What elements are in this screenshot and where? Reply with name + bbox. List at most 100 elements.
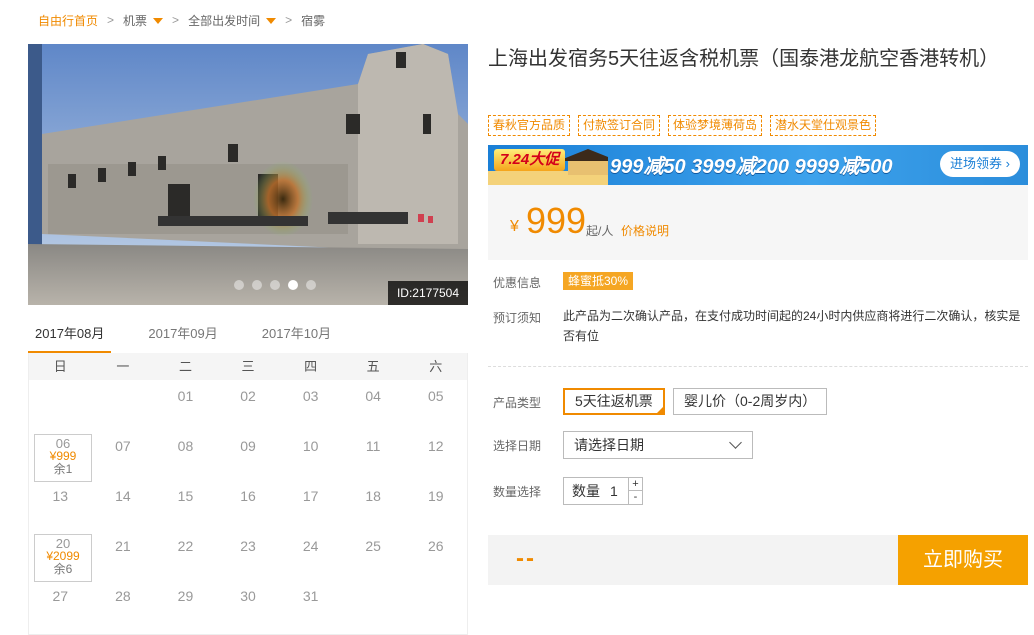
breadcrumb-destination: 宿雾	[301, 13, 326, 28]
tab-month-2017-10[interactable]: 2017年10月	[255, 318, 338, 354]
breadcrumb-departure-dropdown[interactable]: 全部出发时间	[188, 12, 277, 29]
month-tabs: 2017年08月 2017年09月 2017年10月	[28, 318, 468, 354]
product-type-option-infant[interactable]: 婴儿价（0-2周岁内）	[673, 388, 828, 415]
calendar-day	[29, 380, 92, 430]
calendar-day: 26	[427, 538, 444, 554]
calendar-day: 21	[115, 538, 131, 554]
product-tag: 付款签订合同	[578, 115, 661, 136]
calendar-week: 27 28 29 30 31	[29, 580, 467, 630]
calendar-day: 18	[365, 488, 381, 504]
calendar-day: 11	[365, 438, 381, 454]
calendar-body: 01 02 03 04 05 06 ¥999 余1 07 08 09 10 11 12 13 14 15 16 17…	[29, 380, 467, 630]
promo-badge: 7.24大促	[494, 149, 566, 171]
quantity-stepper[interactable]: 数量 1 + -	[563, 477, 643, 505]
carousel-dot[interactable]	[270, 280, 280, 290]
discount-label: 优惠信息	[493, 276, 542, 290]
quantity-value[interactable]: 1	[610, 483, 618, 499]
buy-now-button[interactable]: 立即购买	[898, 535, 1028, 585]
chevron-right-icon: >	[285, 13, 293, 27]
calendar-day-remaining: 余6	[53, 562, 73, 576]
product-type-option-selected[interactable]: 5天往返机票	[563, 388, 665, 415]
calendar-day: 15	[177, 488, 194, 504]
calendar-day	[404, 580, 467, 630]
quantity-minus-button[interactable]: -	[628, 491, 642, 504]
calendar-day-available[interactable]: 20 ¥2099 余6	[29, 530, 92, 582]
price-unit: 起/人	[586, 224, 614, 238]
calendar-day	[92, 380, 155, 430]
calendar-week: 01 02 03 04 05	[29, 380, 467, 430]
calendar-day: 07	[115, 438, 131, 454]
page: 自由行首页 > 机票 > 全部出发时间 > 宿雾 ID:2177504 2017…	[0, 0, 1034, 635]
price-amount: 999	[526, 200, 587, 241]
calendar-day-box[interactable]: 06 ¥999 余1	[34, 434, 92, 482]
discount-value: 蜂蜜抵30%	[563, 271, 634, 291]
calendar-week: 20 ¥2099 余6 21 22 23 24 25 26	[29, 530, 467, 582]
carousel-dot[interactable]	[252, 280, 262, 290]
tab-month-2017-08[interactable]: 2017年08月	[28, 318, 112, 354]
notice-label: 预订须知	[493, 311, 542, 325]
weekday-label: 一	[116, 359, 130, 374]
tab-month-2017-09[interactable]: 2017年09月	[141, 318, 224, 354]
product-photo-carousel[interactable]: ID:2177504	[28, 44, 468, 305]
promo-deals: 999减50 3999减200 9999减500	[610, 156, 893, 178]
calendar-day: 10	[302, 438, 319, 454]
calendar-day: 09	[240, 438, 256, 454]
product-tags: 春秋官方品质 付款签订合同 体验梦境薄荷岛 潜水天堂仕观景色	[488, 115, 877, 136]
carousel-dots	[234, 280, 316, 290]
weekday-label: 四	[304, 359, 318, 374]
calendar-day: 16	[240, 488, 256, 504]
price-box: ¥ 999 起/人 价格说明	[488, 185, 1028, 260]
price-explain-link[interactable]: 价格说明	[621, 222, 669, 239]
calendar-day: 02	[240, 388, 256, 404]
chevron-right-icon: >	[172, 13, 180, 27]
breadcrumb-category-dropdown[interactable]: 机票	[123, 12, 164, 29]
weekday-label: 六	[429, 359, 443, 374]
calendar-day: 05	[427, 388, 444, 404]
calendar-day: 27	[52, 588, 69, 604]
quantity-plus-button[interactable]: +	[628, 478, 642, 491]
calendar-week: 06 ¥999 余1 07 08 09 10 11 12	[29, 430, 467, 482]
calendar-day: 08	[177, 438, 194, 454]
quantity-label: 数量选择	[493, 485, 542, 499]
calendar-day: 22	[177, 538, 194, 554]
calendar-day-box[interactable]: 20 ¥2099 余6	[34, 534, 92, 582]
calendar-day: 19	[427, 488, 444, 504]
calendar-day: 31	[302, 588, 319, 604]
breadcrumb-home-link[interactable]: 自由行首页	[38, 12, 98, 29]
weekday-label: 二	[178, 359, 192, 374]
get-coupon-button[interactable]: 进场领券 ›	[940, 151, 1020, 177]
total-price: --	[516, 545, 536, 572]
calendar-day: 23	[240, 538, 256, 554]
divider	[488, 366, 1028, 367]
calendar-day: 13	[52, 488, 69, 504]
calendar-day: 17	[302, 488, 319, 504]
product-title: 上海出发宿务5天往返含税机票（国泰港龙航空香港转机）	[488, 48, 1000, 70]
product-tag: 春秋官方品质	[488, 115, 571, 136]
discount-badge: 蜂蜜抵30%	[563, 272, 634, 290]
caret-down-icon	[266, 18, 277, 25]
product-id-badge: ID:2177504	[388, 281, 468, 305]
carousel-dot-active[interactable]	[288, 280, 298, 290]
chevron-right-icon: >	[107, 13, 115, 27]
calendar-day: 25	[365, 538, 381, 554]
calendar-day-available[interactable]: 06 ¥999 余1	[29, 430, 92, 482]
buy-bar: -- 立即购买	[488, 535, 1028, 585]
carousel-dot[interactable]	[234, 280, 244, 290]
calendar-weekday-header: 日 一 二 三 四 五 六	[29, 353, 467, 380]
calendar-day: 04	[365, 388, 381, 404]
chevron-down-icon	[729, 436, 742, 449]
notice-text: 此产品为二次确认产品，在支付成功时间起的24小时内供应商将进行二次确认，核实是否…	[563, 309, 1021, 343]
caret-down-icon	[153, 18, 164, 25]
weekday-label: 三	[241, 359, 255, 374]
calendar-day: 28	[115, 588, 131, 604]
calendar-day: 01	[177, 388, 194, 404]
calendar-day: 29	[177, 588, 194, 604]
calendar-day: 12	[427, 438, 444, 454]
date-select[interactable]: 请选择日期	[563, 431, 753, 459]
calendar-day	[342, 580, 405, 630]
price-currency: ¥	[510, 218, 519, 235]
carousel-dot[interactable]	[306, 280, 316, 290]
date-label: 选择日期	[493, 439, 542, 453]
promo-banner[interactable]: 7.24大促 999减50 3999减200 9999减500 进场领券 ›	[488, 145, 1028, 185]
calendar-day: 14	[115, 488, 131, 504]
